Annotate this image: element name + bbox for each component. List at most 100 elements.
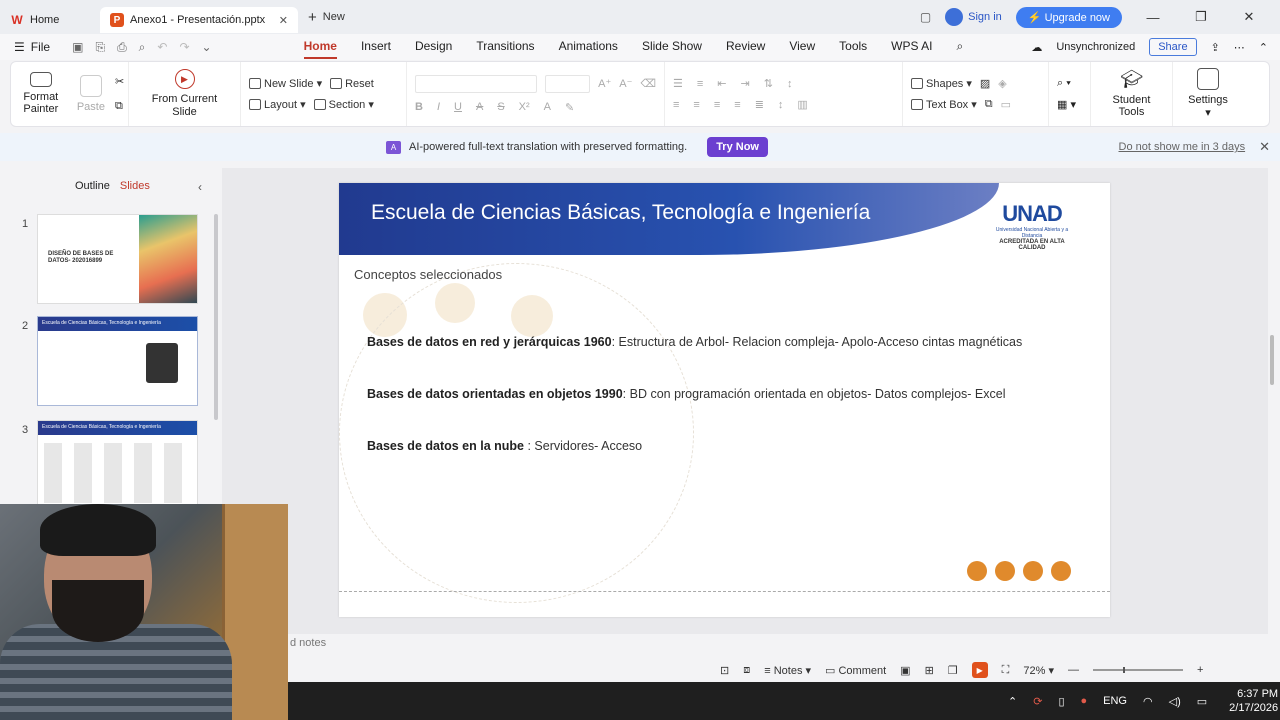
export-icon[interactable]: ⎘: [95, 40, 105, 55]
tab-document[interactable]: P Anexo1 - Presentación.pptx ✕: [100, 7, 298, 33]
close-banner-icon[interactable]: ✕: [1259, 139, 1270, 155]
chevron-up-icon[interactable]: ⌃: [1008, 695, 1017, 708]
menu-animations[interactable]: Animations: [559, 35, 618, 59]
grid-view-icon[interactable]: ⊞: [925, 664, 934, 677]
find-icon[interactable]: ⌕ ▾: [1057, 77, 1082, 90]
shapes-button[interactable]: Shapes ▾: [911, 77, 972, 90]
redo-icon[interactable]: ↷: [179, 40, 189, 55]
slide-subtitle[interactable]: Conceptos seleccionados: [354, 267, 502, 282]
bullets-icon[interactable]: ☰: [673, 77, 683, 90]
menu-insert[interactable]: Insert: [361, 35, 391, 59]
zoom-out-icon[interactable]: —: [1068, 664, 1079, 676]
fit-window-icon[interactable]: ⛶: [1002, 664, 1010, 677]
reset-button[interactable]: Reset: [330, 77, 374, 90]
print-preview-icon[interactable]: ⌕: [139, 40, 146, 55]
clock[interactable]: 6:37 PM 2/17/2026: [1229, 687, 1278, 716]
print-icon[interactable]: ⎙: [117, 40, 127, 55]
columns-icon[interactable]: ▥: [797, 98, 807, 111]
new-tab-button[interactable]: + New: [308, 9, 345, 26]
text-direction-icon[interactable]: ⇅: [764, 77, 773, 90]
decrease-font-icon[interactable]: A⁻: [619, 77, 632, 90]
font-name-select[interactable]: [415, 74, 538, 93]
share-button[interactable]: Share: [1149, 38, 1197, 56]
normal-view-icon[interactable]: ▣: [900, 664, 910, 677]
layout-button[interactable]: Layout ▾: [249, 98, 306, 111]
sort-icon[interactable]: ↕: [787, 78, 793, 90]
numbering-icon[interactable]: ≡: [697, 78, 703, 90]
align-right-icon[interactable]: ≡: [714, 99, 720, 111]
collapse-ribbon-icon[interactable]: ⇪: [1211, 41, 1220, 54]
collapse-pane-icon[interactable]: ‹: [198, 180, 202, 194]
tab-slides[interactable]: Slides: [120, 180, 150, 192]
align-center-icon[interactable]: ≡: [693, 99, 699, 111]
menu-view[interactable]: View: [789, 35, 815, 59]
sync-status[interactable]: Unsynchronized: [1056, 41, 1135, 53]
outline-icon[interactable]: ▭: [1001, 98, 1011, 111]
slide-thumbnail-2[interactable]: Escuela de Ciencias Básicas, Tecnología …: [37, 316, 198, 406]
fit-icon[interactable]: ⊡: [720, 664, 729, 677]
reading-view-icon[interactable]: ❐: [948, 664, 958, 677]
slide-thumbnail-1[interactable]: DISEÑO DE BASES DE DATOS- 202016899: [37, 214, 198, 304]
italic-icon[interactable]: I: [437, 101, 440, 113]
pane-scrollbar[interactable]: [214, 214, 218, 420]
highlight-icon[interactable]: ✎: [565, 101, 574, 114]
distribute-icon[interactable]: ≣: [755, 98, 764, 111]
underline-icon[interactable]: U: [454, 101, 462, 113]
bullet-point[interactable]: Bases de datos orientadas en objetos 199…: [367, 387, 1006, 401]
more-icon[interactable]: ⋯: [1234, 41, 1245, 54]
student-tools-button[interactable]: 🎓︎ Student Tools: [1099, 65, 1164, 123]
slide-title[interactable]: Escuela de Ciencias Básicas, Tecnología …: [371, 201, 870, 225]
align-left-icon[interactable]: ≡: [673, 99, 679, 111]
chevron-down-icon[interactable]: ⌄: [202, 40, 212, 55]
menu-transitions[interactable]: Transitions: [476, 35, 534, 59]
file-menu[interactable]: ☰ File: [14, 40, 50, 54]
zoom-in-icon[interactable]: +: [1197, 664, 1203, 676]
usb-icon[interactable]: ▯: [1058, 695, 1064, 708]
tab-home[interactable]: W Home: [0, 7, 96, 33]
superscript-icon[interactable]: X²: [519, 101, 530, 113]
language-indicator[interactable]: ENG: [1103, 695, 1127, 707]
close-window-button[interactable]: ✕: [1232, 9, 1266, 25]
sign-in-button[interactable]: Sign in: [945, 8, 1002, 26]
strikethrough-icon[interactable]: S: [497, 101, 504, 113]
bullet-point[interactable]: Bases de datos en la nube : Servidores- …: [367, 439, 642, 453]
slide-thumbnail-3[interactable]: Escuela de Ciencias Básicas, Tecnología …: [37, 420, 198, 508]
dont-show-link[interactable]: Do not show me in 3 days: [1119, 141, 1246, 153]
minimize-button[interactable]: —: [1136, 10, 1170, 25]
menu-wps-ai[interactable]: WPS AI: [891, 35, 932, 59]
fill-icon[interactable]: ◈: [998, 77, 1006, 90]
bullet-point[interactable]: Bases de datos en red y jerárquicas 1960…: [367, 335, 1022, 349]
chevron-up-icon[interactable]: ⌃: [1259, 41, 1268, 54]
undo-icon[interactable]: ↶: [157, 40, 167, 55]
save-icon[interactable]: ▣: [72, 40, 83, 55]
paste-button[interactable]: Paste: [71, 68, 111, 120]
search-icon[interactable]: ⌕: [957, 35, 964, 59]
section-button[interactable]: Section ▾: [313, 98, 374, 111]
restore-button[interactable]: ❐: [1184, 9, 1218, 25]
volume-icon[interactable]: ◁): [1169, 695, 1181, 708]
text-box-button[interactable]: Text Box ▾: [911, 98, 977, 111]
indent-decrease-icon[interactable]: ⇤: [717, 77, 726, 90]
justify-icon[interactable]: ≡: [734, 99, 740, 111]
clear-format-icon[interactable]: ⌫: [640, 77, 656, 90]
sync-icon[interactable]: ⟳: [1033, 695, 1042, 708]
zoom-level[interactable]: 72% ▾: [1023, 664, 1054, 677]
menu-tools[interactable]: Tools: [839, 35, 867, 59]
menu-home[interactable]: Home: [303, 35, 337, 59]
increase-font-icon[interactable]: A⁺: [598, 77, 611, 90]
editor-scrollbar[interactable]: [1270, 335, 1274, 385]
window-icon[interactable]: ▢: [920, 10, 931, 24]
upgrade-button[interactable]: ⚡ Upgrade now: [1015, 6, 1122, 28]
picture-icon[interactable]: ▨: [980, 77, 990, 90]
comment-button[interactable]: ▭ Comment: [825, 664, 886, 677]
bold-icon[interactable]: B: [415, 101, 423, 113]
indent-increase-icon[interactable]: ⇥: [741, 77, 750, 90]
battery-icon[interactable]: ▭: [1197, 695, 1207, 708]
notes-placeholder[interactable]: d notes: [290, 637, 326, 649]
try-now-button[interactable]: Try Now: [707, 137, 768, 157]
format-painter-button[interactable]: Format Painter: [15, 68, 67, 120]
menu-slide-show[interactable]: Slide Show: [642, 35, 702, 59]
slide-sorter-icon[interactable]: ⧈: [743, 664, 750, 677]
microphone-icon[interactable]: ●: [1081, 695, 1088, 707]
strike-icon[interactable]: A: [476, 101, 483, 113]
